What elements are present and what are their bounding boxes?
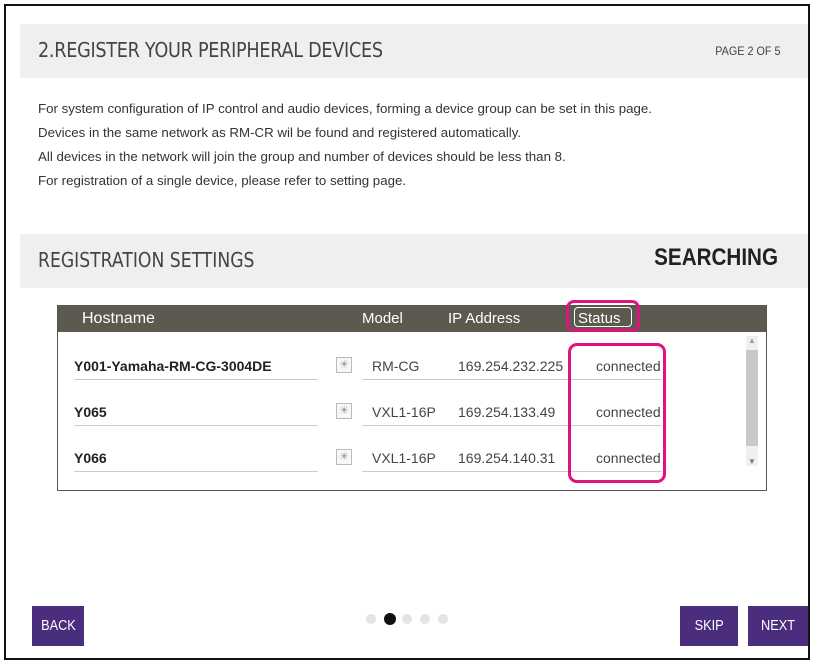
row-divider [74, 471, 318, 472]
model-cell: VXL1-16P [372, 450, 436, 466]
scroll-down-icon[interactable]: ▼ [748, 457, 756, 466]
sun-icon[interactable]: ☀ [336, 403, 352, 419]
pagination-dot[interactable] [438, 614, 448, 624]
row-divider [74, 379, 318, 380]
row-divider [74, 425, 318, 426]
sun-icon[interactable]: ☀ [336, 449, 352, 465]
page-indicator: PAGE 2 OF 5 [714, 44, 780, 58]
sun-icon[interactable]: ☀ [336, 357, 352, 373]
scrollbar[interactable]: ▲ ▼ [746, 336, 758, 466]
pagination-dot[interactable] [384, 613, 396, 625]
skip-button[interactable]: SKIP [680, 606, 738, 646]
hostname-cell: Y001-Yamaha-RM-CG-3004DE [74, 358, 272, 374]
back-label: BACK [40, 617, 76, 634]
status-column-highlight [568, 343, 666, 483]
column-header-model[interactable]: Model [362, 310, 403, 327]
hostname-cell: Y065 [74, 404, 107, 420]
scrollbar-thumb[interactable] [746, 350, 758, 446]
model-cell: VXL1-16P [372, 404, 436, 420]
next-label: NEXT [760, 617, 795, 634]
settings-title: REGISTRATION SETTINGS [38, 248, 255, 272]
next-button[interactable]: NEXT [748, 606, 808, 646]
ip-cell: 169.254.140.31 [458, 450, 556, 466]
pagination-dot[interactable] [366, 614, 376, 624]
model-cell: RM-CG [372, 358, 420, 374]
intro-text: For system configuration of IP control a… [38, 98, 808, 194]
intro-line: Devices in the same network as RM-CR wil… [38, 125, 522, 140]
intro-line: For registration of a single device, ple… [38, 173, 407, 188]
table-header: Hostname Model IP Address Status [58, 306, 766, 332]
intro-line: All devices in the network will join the… [38, 149, 566, 164]
column-header-hostname[interactable]: Hostname [82, 310, 155, 328]
search-status: SEARCHING [654, 244, 778, 271]
ip-cell: 169.254.133.49 [458, 404, 556, 420]
hostname-cell: Y066 [74, 450, 107, 466]
scroll-up-icon[interactable]: ▲ [748, 336, 756, 345]
page-title: 2.REGISTER YOUR PERIPHERAL DEVICES [38, 38, 383, 62]
intro-line: For system configuration of IP control a… [38, 101, 652, 116]
pagination-dot[interactable] [420, 614, 430, 624]
skip-label: SKIP [694, 617, 724, 634]
back-button[interactable]: BACK [32, 606, 84, 646]
ip-cell: 169.254.232.225 [458, 358, 564, 374]
pagination-dot[interactable] [402, 614, 412, 624]
column-header-ip[interactable]: IP Address [448, 310, 520, 327]
status-header-outline [574, 307, 632, 327]
